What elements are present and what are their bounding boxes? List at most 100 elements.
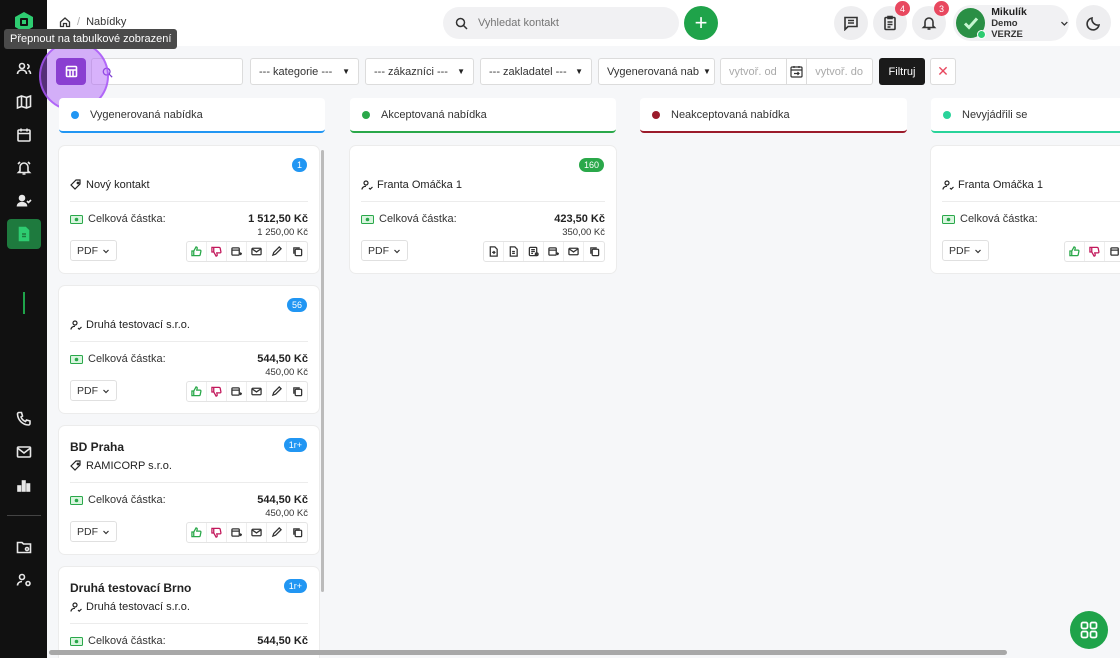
copy-button[interactable] (584, 242, 604, 261)
sidebar-item-files[interactable] (0, 530, 47, 563)
tasks-button[interactable]: 4 (873, 1, 910, 40)
home-icon[interactable] (59, 16, 71, 28)
column-header-rejected[interactable]: Neakceptovaná nabídka (640, 98, 907, 133)
offer-search-input[interactable] (91, 58, 243, 85)
date-range: vytvoř. od vytvoř. do (720, 58, 873, 85)
sidebar-item-calendar[interactable] (0, 118, 47, 151)
date-from-input[interactable]: vytvoř. od (721, 66, 786, 78)
amount-label: Celková částka: (88, 353, 166, 365)
offer-contact: Franta Omáčka 1 (942, 179, 1043, 191)
pdf-label: PDF (368, 244, 389, 257)
messages-button[interactable] (834, 6, 868, 40)
offer-card[interactable]: 56 Druhá testovací s.r.o. Celková částka… (59, 286, 319, 413)
reject-button[interactable] (207, 382, 227, 401)
send-email-button[interactable] (564, 242, 584, 261)
accept-button[interactable] (187, 523, 207, 542)
reject-button[interactable] (207, 242, 227, 261)
offer-number-badge: 1r+ (283, 438, 307, 452)
offer-card[interactable]: Franta Omáčka 1 Celková částka: PDF (931, 146, 1120, 273)
card-actions (1064, 241, 1120, 262)
send-email-button[interactable] (247, 382, 267, 401)
add-to-calendar-button[interactable] (227, 523, 247, 542)
user-icon (70, 320, 82, 331)
money-icon (361, 214, 374, 224)
founder-select-value: --- zakladatel --- (489, 65, 567, 78)
sidebar-item-alarms[interactable] (0, 151, 47, 184)
status-select-value: Vygenerovaná nab (607, 65, 699, 78)
founder-select[interactable]: --- zakladatel --- ▼ (480, 58, 592, 85)
sidebar-item-email[interactable] (0, 435, 47, 468)
dark-mode-toggle[interactable] (1076, 5, 1111, 40)
sidebar-item-user-settings[interactable] (0, 563, 47, 596)
accept-button[interactable] (187, 242, 207, 261)
status-select[interactable]: Vygenerovaná nab ▼ (598, 58, 715, 85)
add-to-calendar-button[interactable] (1105, 242, 1120, 261)
contact-search-input[interactable] (478, 17, 658, 29)
column-title: Vygenerovaná nabídka (90, 108, 203, 121)
reject-button[interactable] (207, 523, 227, 542)
alarm-icon (16, 160, 31, 175)
pdf-dropdown[interactable]: PDF (70, 521, 117, 542)
apps-grid-button[interactable] (1070, 611, 1108, 649)
proforma-button[interactable] (504, 242, 524, 261)
accept-button[interactable] (187, 382, 207, 401)
users-icon (16, 62, 31, 74)
filter-button[interactable]: Filtruj (879, 58, 925, 85)
sidebar-item-map[interactable] (0, 85, 47, 118)
board-scrollbar[interactable] (49, 650, 1007, 655)
phone-icon (16, 411, 31, 426)
customers-select[interactable]: --- zákazníci --- ▼ (365, 58, 474, 85)
amount-row: Celková částka: 544,50 Kč (70, 635, 308, 647)
table-icon (65, 65, 77, 78)
edit-button[interactable] (267, 382, 287, 401)
offer-contact: Druhá testovací s.r.o. (70, 319, 190, 331)
copy-button[interactable] (287, 523, 307, 542)
column-title: Neakceptovaná nabídka (671, 108, 790, 121)
notifications-button[interactable]: 3 (912, 1, 949, 40)
status-dot (71, 110, 79, 119)
pdf-dropdown[interactable]: PDF (70, 240, 117, 261)
reject-button[interactable] (1085, 242, 1105, 261)
divider (70, 623, 308, 624)
edit-button[interactable] (267, 242, 287, 261)
send-email-button[interactable] (247, 523, 267, 542)
add-to-calendar-button[interactable] (227, 242, 247, 261)
pdf-label: PDF (949, 244, 970, 257)
sidebar-item-user-activity[interactable] (0, 184, 47, 217)
copy-button[interactable] (287, 382, 307, 401)
edit-button[interactable] (267, 523, 287, 542)
column-header-accepted[interactable]: Akceptovaná nabídka (350, 98, 616, 133)
user-menu[interactable]: Mikulík Demo VERZE (953, 5, 1069, 41)
offer-card[interactable]: 160 Franta Omáčka 1 Celková částka: 423,… (350, 146, 616, 273)
date-range-picker[interactable] (785, 58, 808, 85)
column-header-no-response[interactable]: Nevyjádřili se (931, 98, 1120, 133)
send-email-button[interactable] (247, 242, 267, 261)
sidebar-item-calls[interactable] (0, 402, 47, 435)
offer-contact-name: Franta Omáčka 1 (377, 179, 462, 191)
offer-card[interactable]: 1r+ BD Praha RAMICORP s.r.o. Celková čás… (59, 426, 319, 554)
pdf-dropdown[interactable]: PDF (70, 380, 117, 401)
invoice-button[interactable] (484, 242, 504, 261)
accept-button[interactable] (1065, 242, 1085, 261)
sidebar-item-offers[interactable] (0, 217, 47, 250)
copy-button[interactable] (287, 242, 307, 261)
date-to-input[interactable]: vytvoř. do (807, 66, 872, 78)
contact-search[interactable] (443, 7, 679, 39)
order-button[interactable] (524, 242, 544, 261)
add-button[interactable]: + (684, 6, 718, 40)
add-to-calendar-button[interactable] (544, 242, 564, 261)
offer-contact: Franta Omáčka 1 (361, 179, 462, 191)
table-view-toggle[interactable] (56, 58, 86, 85)
pdf-dropdown[interactable]: PDF (942, 240, 989, 261)
divider (361, 201, 605, 202)
offer-card[interactable]: 1r+ Druhá testovací Brno Druhá testovací… (59, 567, 319, 658)
clear-filters-button[interactable]: ✕ (930, 58, 956, 85)
column-scrollbar[interactable] (321, 150, 324, 592)
column-header-generated[interactable]: Vygenerovaná nabídka (59, 98, 325, 133)
category-select[interactable]: --- kategorie --- ▼ (250, 58, 359, 85)
sidebar-item-stats[interactable] (0, 468, 47, 501)
add-to-calendar-button[interactable] (227, 382, 247, 401)
pdf-dropdown[interactable]: PDF (361, 240, 408, 261)
mail-icon (251, 247, 262, 256)
offer-card[interactable]: 1 Nový kontakt Celková částka: 1 512,50 … (59, 146, 319, 273)
